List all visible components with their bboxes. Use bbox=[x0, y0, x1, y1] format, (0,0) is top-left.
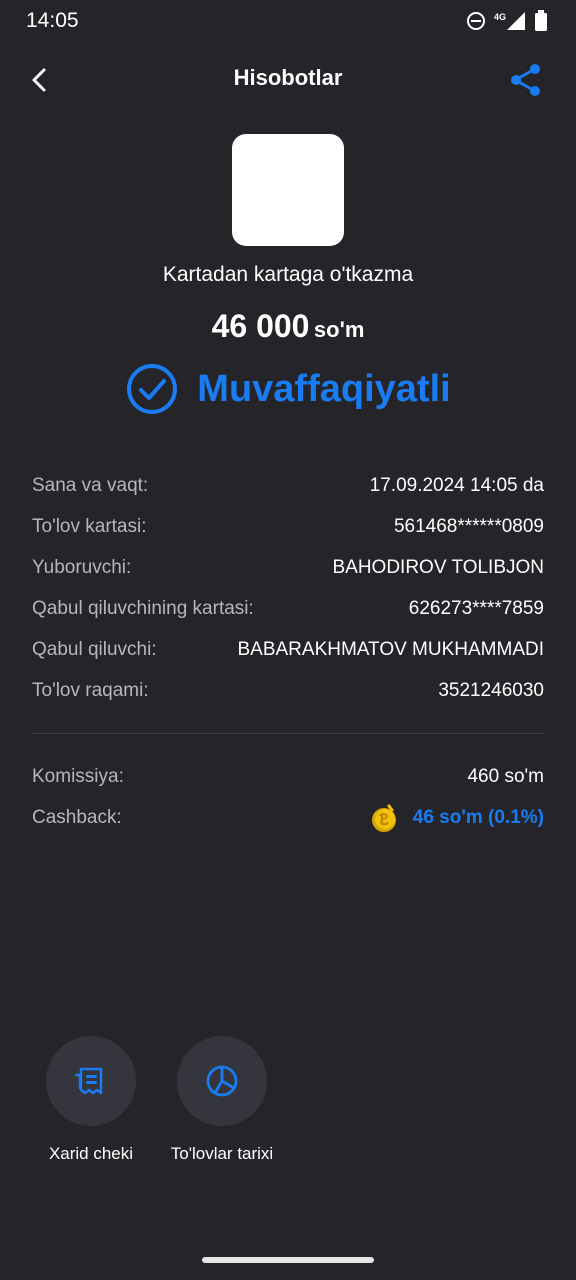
detail-label: Sana va vaqt: bbox=[32, 474, 149, 496]
detail-value: BABARAKHMATOV MUKHAMMADI bbox=[237, 638, 544, 660]
detail-value: BAHODIROV TOLIBJON bbox=[332, 556, 544, 578]
detail-label: Qabul qiluvchining kartasi: bbox=[32, 597, 254, 619]
detail-row-payment-number: To'lov raqami: 3521246030 bbox=[32, 670, 544, 711]
check-circle-icon bbox=[127, 364, 178, 414]
detail-label: To'lov kartasi: bbox=[32, 515, 147, 537]
commission-label: Komissiya: bbox=[32, 765, 124, 787]
payment-history-label: To'lovlar tarixi bbox=[170, 1144, 274, 1163]
transaction-status: Muvaffaqiyatli bbox=[0, 360, 576, 418]
amount-value: 46 000 bbox=[211, 308, 310, 344]
detail-value: 3521246030 bbox=[438, 679, 544, 701]
detail-label: To'lov raqami: bbox=[32, 679, 149, 701]
transaction-logo bbox=[232, 134, 344, 246]
details-list: Sana va vaqt: 17.09.2024 14:05 da To'lov… bbox=[32, 465, 544, 711]
receipt-button[interactable]: Xarid cheki bbox=[26, 1036, 156, 1164]
detail-row-recipient-card: Qabul qiluvchining kartasi: 626273****78… bbox=[32, 588, 544, 629]
detail-row-sender: Yuboruvchi: BAHODIROV TOLIBJON bbox=[32, 547, 544, 588]
home-indicator[interactable] bbox=[202, 1257, 374, 1263]
status-icons: 4G bbox=[466, 10, 548, 32]
detail-row-recipient: Qabul qiluvchi: BABARAKHMATOV MUKHAMMADI bbox=[32, 629, 544, 670]
cashback-value: 46 so'm (0.1%) bbox=[412, 806, 544, 828]
transaction-amount: 46 000 so'm bbox=[0, 308, 576, 345]
fee-row-cashback: Cashback: 46 so'm (0.1%) bbox=[32, 797, 544, 838]
detail-label: Yuboruvchi: bbox=[32, 556, 132, 578]
detail-value: 561468******0809 bbox=[393, 515, 544, 537]
detail-label: Qabul qiluvchi: bbox=[32, 638, 157, 660]
pie-chart-icon bbox=[206, 1065, 238, 1097]
detail-value: 17.09.2024 14:05 da bbox=[369, 474, 544, 496]
detail-row-payment-card: To'lov kartasi: 561468******0809 bbox=[32, 506, 544, 547]
status-text: Muvaffaqiyatli bbox=[197, 367, 451, 410]
amount-currency: so'm bbox=[313, 317, 365, 342]
receipt-icon bbox=[75, 1067, 103, 1095]
network-type: 4G bbox=[493, 12, 506, 22]
status-bar: 14:05 4G bbox=[0, 0, 576, 44]
detail-value: 626273****7859 bbox=[408, 597, 544, 619]
fee-row-commission: Komissiya: 460 so'm bbox=[32, 756, 544, 797]
fees-list: Komissiya: 460 so'm Cashback: 46 so'm (0… bbox=[32, 756, 544, 838]
cashback-value-group: 46 so'm (0.1%) bbox=[369, 802, 544, 834]
transaction-type: Kartadan kartaga o'tkazma bbox=[162, 263, 414, 286]
status-time: 14:05 bbox=[26, 9, 79, 32]
signal-icon bbox=[507, 12, 525, 30]
coin-icon bbox=[371, 804, 396, 832]
receipt-label: Xarid cheki bbox=[48, 1144, 134, 1163]
detail-row-date: Sana va vaqt: 17.09.2024 14:05 da bbox=[32, 465, 544, 506]
commission-value: 460 so'm bbox=[467, 765, 544, 787]
app-header: Hisobotlar bbox=[0, 52, 576, 104]
page-title: Hisobotlar bbox=[233, 65, 343, 90]
share-button[interactable] bbox=[506, 60, 546, 100]
cashback-label: Cashback: bbox=[32, 806, 122, 828]
receipt-button-circle[interactable] bbox=[46, 1036, 136, 1126]
payment-history-button-circle[interactable] bbox=[177, 1036, 267, 1126]
battery-icon bbox=[535, 10, 547, 31]
divider bbox=[32, 733, 544, 734]
share-icon bbox=[511, 64, 540, 96]
payment-history-button[interactable]: To'lovlar tarixi bbox=[157, 1036, 287, 1164]
do-not-disturb-icon bbox=[466, 12, 485, 30]
